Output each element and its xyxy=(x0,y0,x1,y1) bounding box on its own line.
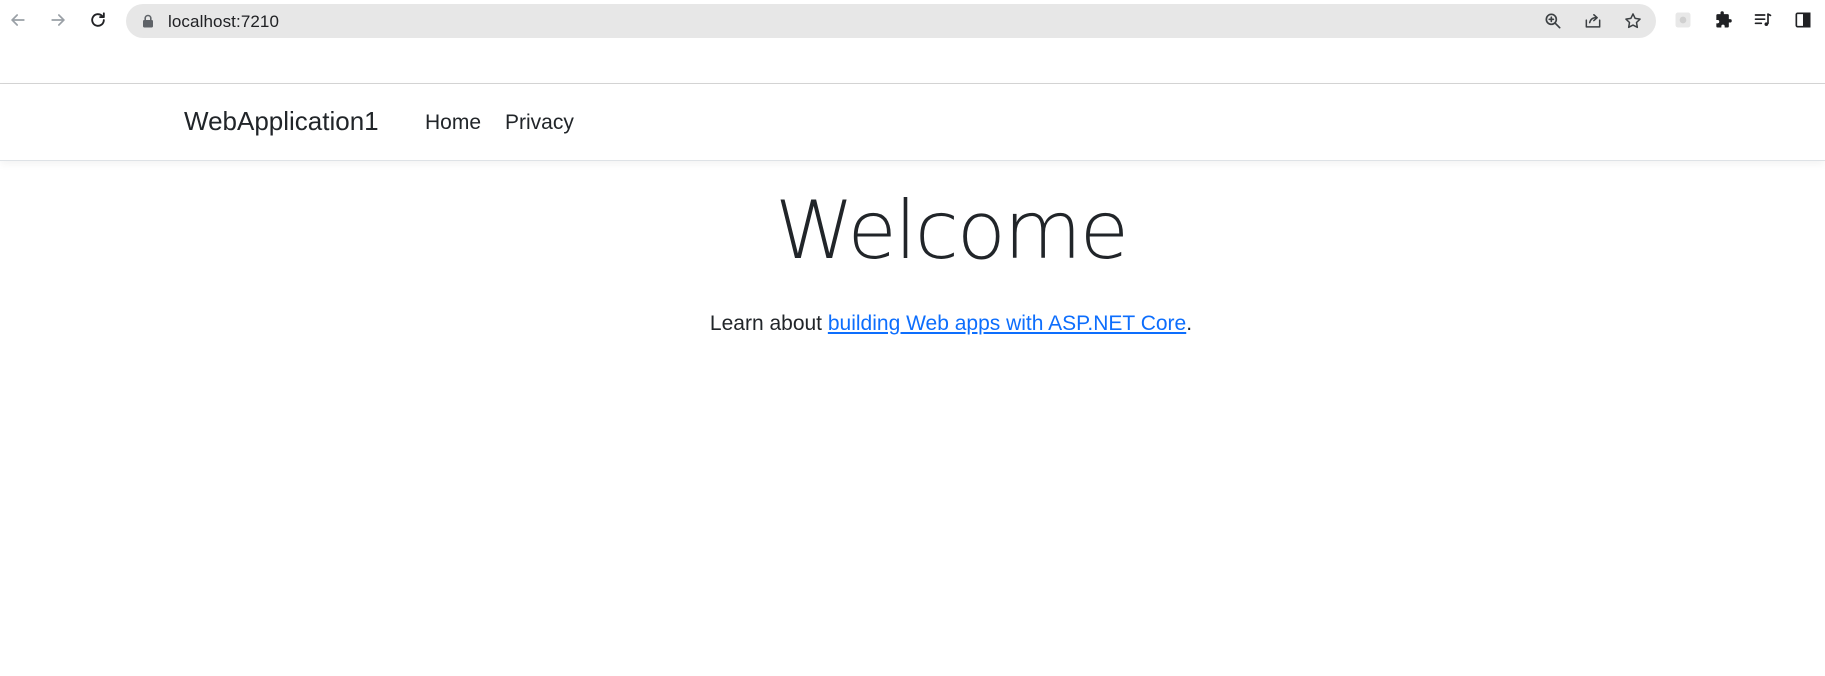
browser-toolbar: localhost:7210 xyxy=(0,0,1825,42)
forward-button[interactable] xyxy=(44,6,72,34)
back-button[interactable] xyxy=(4,6,32,34)
extensions-menu-button[interactable] xyxy=(1711,8,1735,32)
nav-link-privacy[interactable]: Privacy xyxy=(505,111,574,135)
arrow-left-icon xyxy=(11,14,25,26)
bookmark-button[interactable] xyxy=(1623,11,1643,31)
site-navbar: WebApplication1 Home Privacy xyxy=(0,84,1825,161)
side-panel-icon xyxy=(1795,12,1811,28)
url-text[interactable]: localhost:7210 xyxy=(168,12,279,32)
reload-button[interactable] xyxy=(84,6,112,34)
media-queue-icon xyxy=(1754,13,1772,26)
zoom-button[interactable] xyxy=(1543,11,1563,31)
share-button[interactable] xyxy=(1583,11,1603,31)
reload-icon xyxy=(91,12,105,27)
lock-icon xyxy=(143,14,153,28)
zoom-icon xyxy=(1545,13,1561,29)
address-bar[interactable]: localhost:7210 xyxy=(126,4,1656,38)
star-icon xyxy=(1625,13,1641,29)
lead-prefix: Learn about xyxy=(709,312,828,335)
puzzle-icon xyxy=(1716,11,1732,28)
lead-text: Learn about building Web apps with ASP.N… xyxy=(0,312,1825,336)
lead-suffix: . xyxy=(1186,312,1193,335)
media-control-button[interactable] xyxy=(1751,8,1775,32)
side-panel-button[interactable] xyxy=(1791,8,1815,32)
page-title: Welcome xyxy=(775,184,1129,277)
extension-button[interactable] xyxy=(1671,8,1695,32)
docs-link[interactable]: building Web apps with ASP.NET Core xyxy=(828,312,1186,335)
nav-link-home[interactable]: Home xyxy=(425,111,481,135)
extension-icon xyxy=(1675,12,1691,28)
navbar-brand[interactable]: WebApplication1 xyxy=(184,106,379,137)
arrow-right-icon xyxy=(51,14,65,26)
share-icon xyxy=(1585,14,1601,28)
